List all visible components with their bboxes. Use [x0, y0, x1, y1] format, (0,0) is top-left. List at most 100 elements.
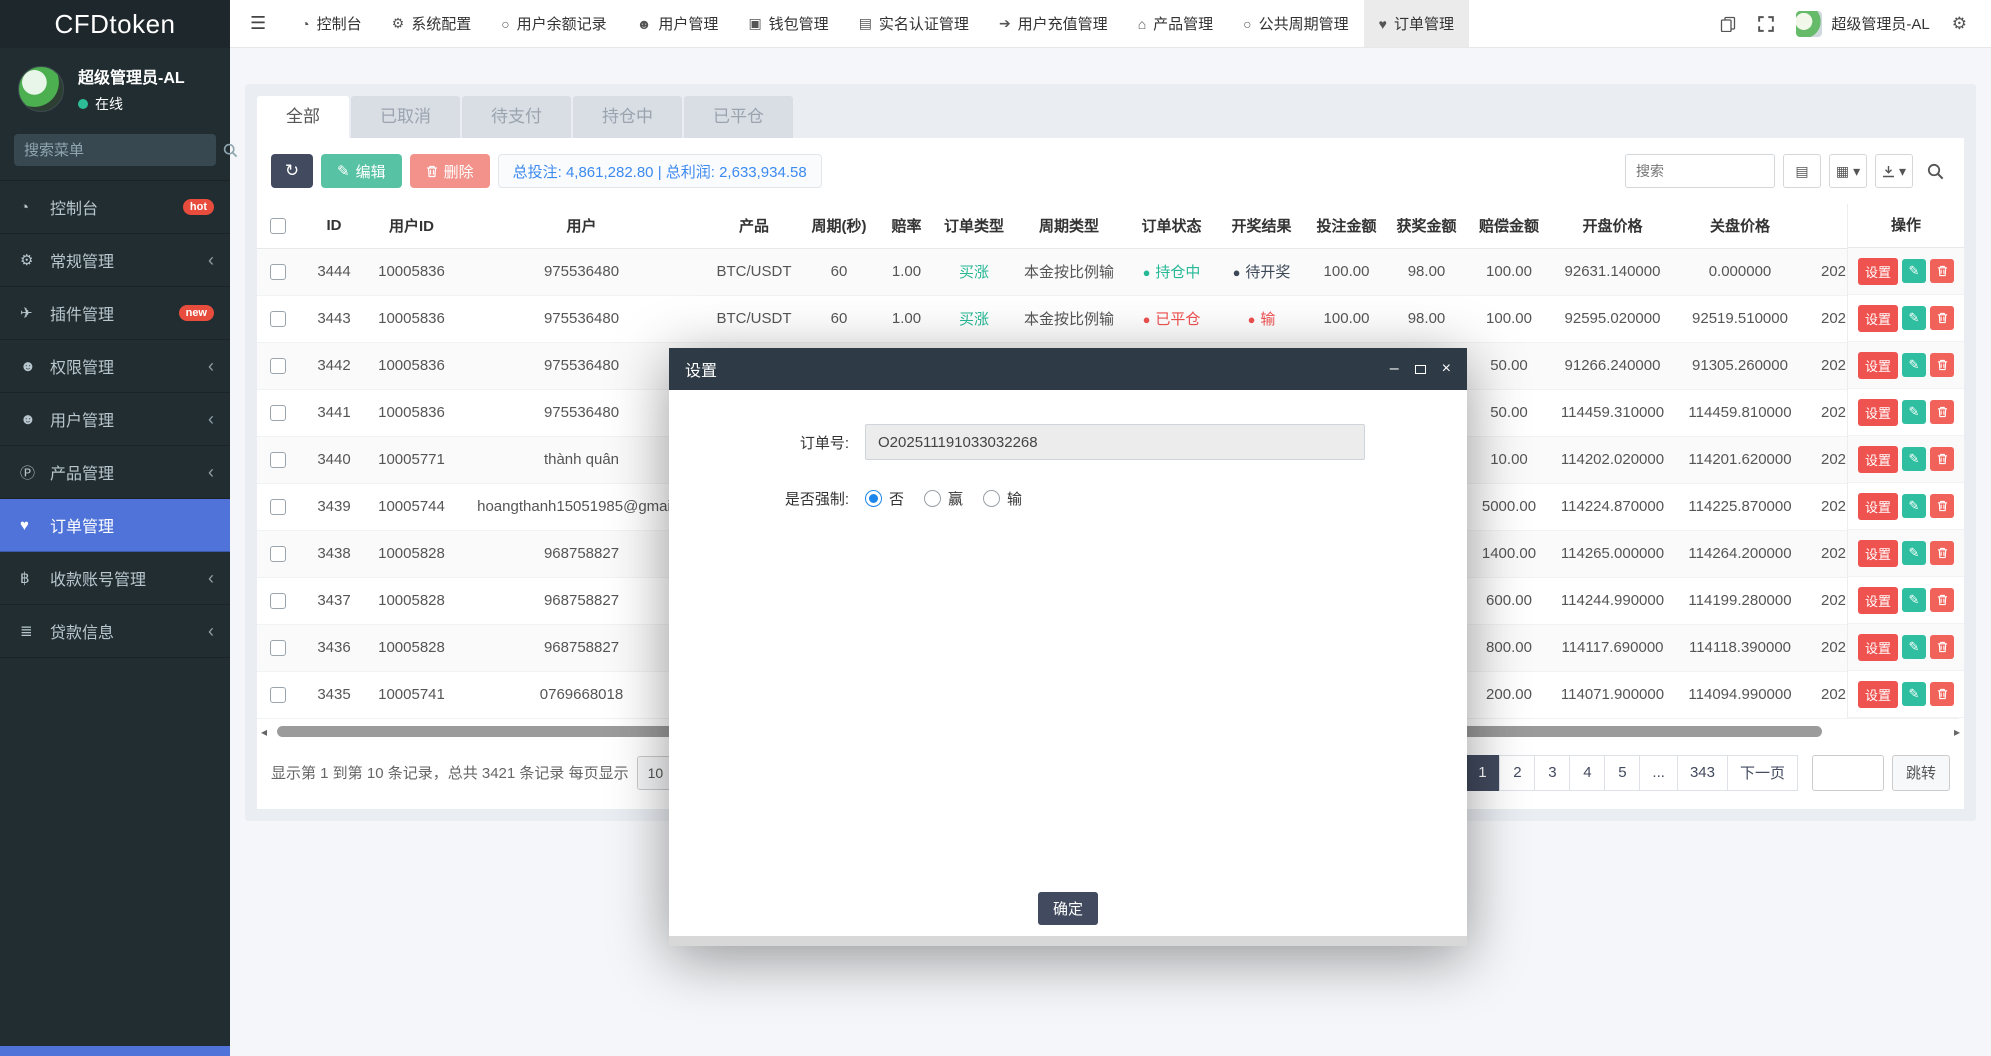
- sidebar-footer-bar[interactable]: [0, 1046, 230, 1056]
- brand-logo[interactable]: CFDtoken: [0, 0, 230, 48]
- status-tab[interactable]: 全部: [257, 96, 349, 138]
- copy-document-icon[interactable]: [1720, 16, 1736, 32]
- col-header-comp-amount[interactable]: 赔偿金额: [1464, 204, 1554, 248]
- row-checkbox[interactable]: [270, 499, 286, 515]
- set-button[interactable]: 设置: [1858, 352, 1898, 379]
- status-tab[interactable]: 待支付: [462, 96, 571, 138]
- row-delete-button[interactable]: [1930, 306, 1954, 330]
- page-button[interactable]: 3: [1534, 755, 1570, 791]
- col-header-order-status[interactable]: 订单状态: [1124, 204, 1219, 248]
- modal-resize-strip[interactable]: [669, 936, 1467, 946]
- refresh-button[interactable]: ↻: [271, 154, 313, 188]
- row-delete-button[interactable]: [1930, 588, 1954, 612]
- set-button[interactable]: 设置: [1858, 305, 1898, 332]
- search-icon[interactable]: [223, 143, 238, 158]
- topnav-item[interactable]: ⚙ 系统配置: [377, 0, 487, 47]
- advanced-search-icon[interactable]: [1921, 163, 1950, 180]
- sidebar-item[interactable]: ✈ 插件管理 new: [0, 287, 230, 340]
- sidebar-item[interactable]: ⚙ 常规管理 ‹: [0, 234, 230, 287]
- table-search-input[interactable]: [1625, 154, 1775, 188]
- page-button[interactable]: 4: [1569, 755, 1605, 791]
- topnav-item[interactable]: ○ 公共周期管理: [1228, 0, 1363, 47]
- edit-button[interactable]: ✎ 编辑: [321, 154, 402, 188]
- row-checkbox[interactable]: [270, 311, 286, 327]
- page-button[interactable]: 5: [1604, 755, 1640, 791]
- sidebar-item[interactable]: ☻ 用户管理 ‹: [0, 393, 230, 446]
- close-icon[interactable]: ×: [1442, 360, 1451, 378]
- col-header-result[interactable]: 开奖结果: [1219, 204, 1304, 248]
- page-button[interactable]: 1: [1464, 755, 1500, 791]
- page-button[interactable]: 下一页: [1727, 755, 1798, 791]
- sidebar-search-input[interactable]: [24, 142, 223, 159]
- row-edit-button[interactable]: ✎: [1902, 635, 1926, 659]
- order-number-input[interactable]: [865, 424, 1365, 460]
- set-button[interactable]: 设置: [1858, 493, 1898, 520]
- topnav-item[interactable]: ⌂ 产品管理: [1123, 0, 1228, 47]
- row-delete-button[interactable]: [1930, 353, 1954, 377]
- topnav-user-menu[interactable]: 超级管理员-AL: [1796, 11, 1929, 37]
- status-tab[interactable]: 已平仓: [684, 96, 793, 138]
- row-delete-button[interactable]: [1930, 400, 1954, 424]
- row-delete-button[interactable]: [1930, 682, 1954, 706]
- export-button[interactable]: ▾: [1875, 154, 1913, 188]
- set-button[interactable]: 设置: [1858, 587, 1898, 614]
- set-button[interactable]: 设置: [1858, 681, 1898, 708]
- row-edit-button[interactable]: ✎: [1902, 400, 1926, 424]
- sidebar-item[interactable]: ◔ 控制台 hot: [0, 181, 230, 234]
- row-delete-button[interactable]: [1930, 541, 1954, 565]
- set-button[interactable]: 设置: [1858, 399, 1898, 426]
- page-button[interactable]: 2: [1499, 755, 1535, 791]
- topnav-item[interactable]: ☻ 用户管理: [622, 0, 734, 47]
- col-header-close-price[interactable]: 关盘价格: [1671, 204, 1809, 248]
- row-checkbox[interactable]: [270, 687, 286, 703]
- settings-gear-icon[interactable]: ⚙: [1952, 14, 1967, 34]
- page-button[interactable]: 343: [1677, 755, 1728, 791]
- force-radio-option[interactable]: 输: [983, 488, 1022, 509]
- row-edit-button[interactable]: ✎: [1902, 447, 1926, 471]
- row-delete-button[interactable]: [1930, 259, 1954, 283]
- radio-icon[interactable]: [865, 490, 882, 507]
- sidebar-item[interactable]: ☻ 权限管理 ‹: [0, 340, 230, 393]
- sidebar-item[interactable]: Ⓟ 产品管理 ‹: [0, 446, 230, 499]
- set-button[interactable]: 设置: [1858, 634, 1898, 661]
- row-edit-button[interactable]: ✎: [1902, 259, 1926, 283]
- row-edit-button[interactable]: ✎: [1902, 353, 1926, 377]
- row-edit-button[interactable]: ✎: [1902, 494, 1926, 518]
- fullscreen-icon[interactable]: [1758, 16, 1774, 32]
- confirm-button[interactable]: 确定: [1038, 892, 1098, 925]
- status-tab[interactable]: 持仓中: [573, 96, 682, 138]
- modal-header[interactable]: 设置 – ×: [669, 348, 1467, 390]
- sidebar-item[interactable]: ♥ 订单管理: [0, 499, 230, 552]
- col-header-user-id[interactable]: 用户ID: [369, 204, 454, 248]
- topnav-item[interactable]: ▤ 实名认证管理: [844, 0, 984, 47]
- row-delete-button[interactable]: [1930, 447, 1954, 471]
- page-jump-input[interactable]: [1812, 755, 1884, 791]
- page-jump-button[interactable]: 跳转: [1892, 755, 1950, 791]
- radio-icon[interactable]: [983, 490, 1000, 507]
- row-edit-button[interactable]: ✎: [1902, 306, 1926, 330]
- row-edit-button[interactable]: ✎: [1902, 682, 1926, 706]
- row-delete-button[interactable]: [1930, 635, 1954, 659]
- columns-button[interactable]: ▦▾: [1829, 154, 1867, 188]
- force-radio-option[interactable]: 赢: [924, 488, 963, 509]
- row-checkbox[interactable]: [270, 405, 286, 421]
- scroll-right-icon[interactable]: ▸: [1954, 725, 1960, 739]
- toggle-view-button[interactable]: ▤: [1783, 154, 1821, 188]
- set-button[interactable]: 设置: [1858, 446, 1898, 473]
- col-header-open-price[interactable]: 开盘价格: [1554, 204, 1671, 248]
- force-radio-option[interactable]: 否: [865, 488, 904, 509]
- row-delete-button[interactable]: [1930, 494, 1954, 518]
- topnav-item[interactable]: ○ 用户余额记录: [486, 0, 621, 47]
- scroll-left-icon[interactable]: ◂: [261, 725, 267, 739]
- row-checkbox[interactable]: [270, 452, 286, 468]
- row-checkbox[interactable]: [270, 546, 286, 562]
- radio-icon[interactable]: [924, 490, 941, 507]
- row-checkbox[interactable]: [270, 640, 286, 656]
- sidebar-item[interactable]: ฿ 收款账号管理 ‹: [0, 552, 230, 605]
- delete-button[interactable]: 删除: [410, 154, 490, 188]
- hamburger-menu-icon[interactable]: ☰: [230, 0, 286, 47]
- row-edit-button[interactable]: ✎: [1902, 588, 1926, 612]
- col-header-id[interactable]: ID: [299, 204, 369, 248]
- col-header-product[interactable]: 产品: [709, 204, 799, 248]
- col-header-order-type[interactable]: 订单类型: [934, 204, 1014, 248]
